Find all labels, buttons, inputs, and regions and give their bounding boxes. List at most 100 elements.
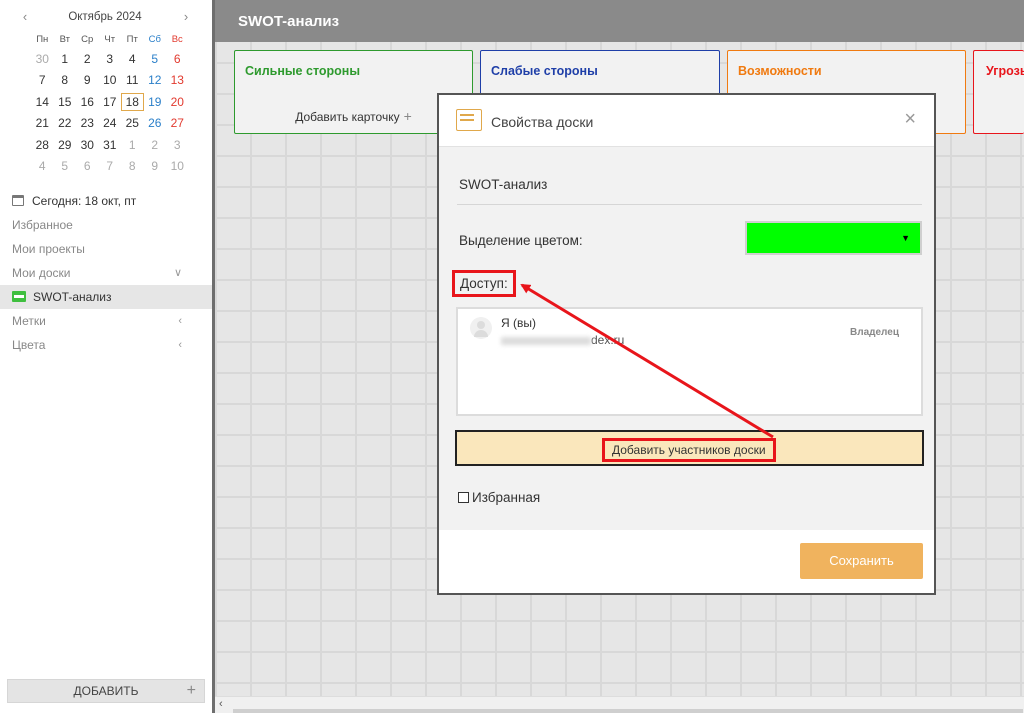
calendar-day[interactable]: 18 bbox=[121, 92, 144, 111]
calendar-day[interactable]: 2 bbox=[76, 50, 99, 68]
chevron-left-icon[interactable]: ‹ bbox=[178, 333, 182, 357]
member-email: dex.ru bbox=[501, 333, 624, 347]
sidebar-item-label: Избранное bbox=[12, 218, 73, 232]
sidebar-item-label: Мои доски bbox=[12, 266, 71, 280]
avatar bbox=[470, 317, 492, 339]
calendar-day[interactable]: 9 bbox=[76, 71, 99, 89]
scroll-left-icon[interactable]: ‹ bbox=[219, 698, 223, 710]
scrollbar-thumb[interactable] bbox=[233, 709, 1023, 713]
close-icon[interactable]: × bbox=[904, 109, 916, 129]
save-button[interactable]: Сохранить bbox=[800, 543, 923, 579]
calendar-day[interactable]: 3 bbox=[99, 50, 122, 68]
calendar-week-row: 14 15 16 17 18 19 20 bbox=[31, 91, 189, 113]
calendar-day[interactable]: 15 bbox=[54, 93, 77, 111]
calendar-day[interactable]: 2 bbox=[144, 136, 167, 154]
calendar-day[interactable]: 1 bbox=[54, 50, 77, 68]
sidebar-item-my-boards[interactable]: Мои доски ∨ bbox=[0, 261, 212, 285]
color-select[interactable]: ▼ bbox=[745, 221, 922, 255]
calendar-day[interactable]: 9 bbox=[144, 157, 167, 175]
checkbox-icon[interactable] bbox=[458, 492, 469, 503]
calendar-week-row: 30 1 2 3 4 5 6 bbox=[31, 48, 189, 70]
column-title: Угрозы bbox=[986, 64, 1024, 78]
board-properties-dialog: Свойства доски × SWOT-анализ Выделение ц… bbox=[437, 93, 936, 595]
calendar-day[interactable]: 29 bbox=[54, 136, 77, 154]
calendar-day[interactable]: 7 bbox=[99, 157, 122, 175]
calendar-day[interactable]: 26 bbox=[144, 114, 167, 132]
sidebar-item-favorites[interactable]: Избранное bbox=[0, 213, 212, 237]
chevron-left-icon[interactable]: ‹ bbox=[178, 309, 182, 333]
sidebar-item-label: Сегодня: 18 окт, пт bbox=[32, 194, 137, 208]
sidebar-item-label: SWOT-анализ bbox=[33, 290, 112, 304]
sidebar-item-swot-board[interactable]: SWOT-анализ bbox=[0, 285, 212, 309]
add-members-button[interactable]: Добавить участников доски bbox=[455, 430, 924, 466]
calendar-day[interactable]: 8 bbox=[54, 71, 77, 89]
calendar-day[interactable]: 27 bbox=[166, 114, 189, 132]
calendar-day[interactable]: 11 bbox=[121, 71, 144, 89]
calendar-day[interactable]: 25 bbox=[121, 114, 144, 132]
calendar-prev-icon[interactable]: ‹ bbox=[17, 9, 33, 25]
calendar-day[interactable]: 23 bbox=[76, 114, 99, 132]
calendar-day[interactable]: 7 bbox=[31, 71, 54, 89]
plus-icon: + bbox=[403, 108, 412, 124]
favorite-checkbox[interactable]: Избранная bbox=[458, 490, 540, 505]
calendar-day[interactable]: 19 bbox=[144, 93, 167, 111]
sidebar-item-colors[interactable]: Цвета ‹ bbox=[0, 333, 212, 357]
calendar-day[interactable]: 5 bbox=[54, 157, 77, 175]
sidebar-item-tags[interactable]: Метки ‹ bbox=[0, 309, 212, 333]
add-button-label: ДОБАВИТЬ bbox=[73, 684, 139, 698]
calendar-day[interactable]: 17 bbox=[99, 93, 122, 111]
color-label: Выделение цветом: bbox=[459, 233, 583, 248]
calendar-day[interactable]: 31 bbox=[99, 136, 122, 154]
calendar-day[interactable]: 16 bbox=[76, 93, 99, 111]
board-name-field[interactable]: SWOT-анализ bbox=[459, 177, 547, 192]
member-email-suffix: dex.ru bbox=[591, 333, 625, 347]
calendar-day[interactable]: 4 bbox=[31, 157, 54, 175]
calendar-weekday: Пн bbox=[36, 34, 49, 45]
calendar-day[interactable]: 30 bbox=[76, 136, 99, 154]
calendar-day[interactable]: 28 bbox=[31, 136, 54, 154]
calendar-day[interactable]: 10 bbox=[166, 157, 189, 175]
sidebar-item-today[interactable]: Сегодня: 18 окт, пт bbox=[0, 189, 212, 213]
dropdown-caret-icon: ▼ bbox=[901, 233, 910, 243]
horizontal-scrollbar[interactable]: ‹ bbox=[215, 696, 1024, 713]
column-threats: Угрозы bbox=[973, 50, 1024, 134]
favorite-label: Избранная bbox=[472, 490, 541, 505]
blurred-email bbox=[501, 336, 591, 345]
chevron-down-icon[interactable]: ∨ bbox=[174, 261, 182, 285]
add-card-label: Добавить карточку bbox=[295, 110, 400, 124]
member-name: Я (вы) bbox=[501, 316, 536, 330]
calendar-week-row: 28 29 30 31 1 2 3 bbox=[31, 134, 189, 156]
calendar-day[interactable]: 30 bbox=[31, 50, 54, 68]
calendar-day[interactable]: 1 bbox=[121, 136, 144, 154]
dialog-title: Свойства доски bbox=[491, 114, 594, 130]
calendar-day[interactable]: 6 bbox=[166, 50, 189, 68]
calendar-day[interactable]: 14 bbox=[31, 93, 54, 111]
calendar-day[interactable]: 21 bbox=[31, 114, 54, 132]
add-button[interactable]: ДОБАВИТЬ + bbox=[7, 679, 205, 703]
calendar-day[interactable]: 5 bbox=[144, 50, 167, 68]
calendar-day[interactable]: 10 bbox=[99, 71, 122, 89]
sidebar-nav: Сегодня: 18 окт, пт Избранное Мои проект… bbox=[0, 189, 212, 357]
calendar-day[interactable]: 4 bbox=[121, 50, 144, 68]
calendar-day[interactable]: 3 bbox=[166, 136, 189, 154]
calendar-day[interactable]: 8 bbox=[121, 157, 144, 175]
calendar-day[interactable]: 24 bbox=[99, 114, 122, 132]
calendar-week-row: 21 22 23 24 25 26 27 bbox=[31, 113, 189, 135]
board-title: SWOT-анализ bbox=[238, 13, 340, 30]
calendar-day[interactable]: 13 bbox=[166, 71, 189, 89]
calendar-day[interactable]: 22 bbox=[54, 114, 77, 132]
calendar-icon bbox=[12, 195, 24, 206]
calendar-day[interactable]: 12 bbox=[144, 71, 167, 89]
sidebar-item-my-projects[interactable]: Мои проекты bbox=[0, 237, 212, 261]
members-list: Я (вы) dex.ru Владелец bbox=[456, 307, 923, 416]
calendar-day[interactable]: 6 bbox=[76, 157, 99, 175]
board-name-underline bbox=[457, 204, 922, 205]
add-members-label: Добавить участников доски bbox=[602, 438, 776, 462]
column-title: Слабые стороны bbox=[491, 64, 598, 78]
column-title: Возможности bbox=[738, 64, 822, 78]
calendar-month-title: Октябрь 2024 bbox=[68, 11, 142, 23]
calendar-day[interactable]: 20 bbox=[166, 93, 189, 111]
board-icon bbox=[12, 291, 26, 302]
calendar-next-icon[interactable]: › bbox=[178, 9, 194, 25]
calendar-weekday: Пт bbox=[126, 34, 138, 45]
